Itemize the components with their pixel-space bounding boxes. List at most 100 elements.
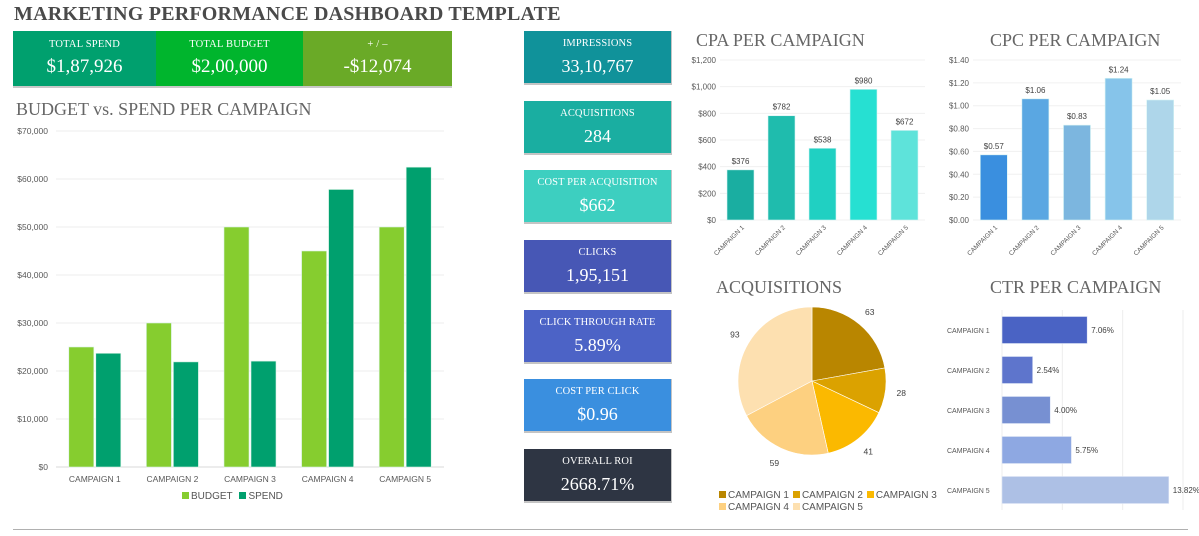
data-label: 41 bbox=[863, 446, 873, 456]
cpc-chart: $0.00 $0.20 $0.40 $0.60 $0.80 $1.00 $1.20 $1.40… bbox=[949, 56, 1181, 257]
click-through-rate-label: CLICK THROUGH RATE bbox=[539, 317, 656, 328]
x-tick-label: CAMPAIGN 3 bbox=[224, 474, 276, 484]
overall-roi-value: 2668.71% bbox=[560, 474, 635, 494]
cost-per-acquisition-value: $662 bbox=[579, 195, 616, 215]
data-label: 4.00% bbox=[1054, 406, 1077, 415]
y-tick-label: CAMPAIGN 3 bbox=[947, 408, 990, 415]
data-label: $0.83 bbox=[1067, 112, 1088, 121]
bar-campaign-2 bbox=[1001, 356, 1033, 384]
x-tick-label: CAMPAIGN 3 bbox=[795, 224, 828, 257]
x-tick-label: CAMPAIGN 2 bbox=[754, 224, 787, 257]
cost-per-acquisition-tile: COST PER ACQUISITION $662 bbox=[524, 170, 672, 224]
total-budget-label: TOTAL BUDGET bbox=[189, 39, 270, 50]
clicks-label: CLICKS bbox=[578, 247, 617, 258]
impressions-tile: IMPRESSIONS 33,10,767 bbox=[524, 31, 672, 85]
total-budget-value: $2,00,000 bbox=[191, 56, 268, 77]
total-spend-value: $1,87,926 bbox=[46, 56, 123, 77]
bar-campaign-3 bbox=[1001, 396, 1051, 424]
y-tick-label: CAMPAIGN 5 bbox=[947, 488, 990, 495]
clicks-value: 1,95,151 bbox=[566, 265, 629, 285]
impressions-label: IMPRESSIONS bbox=[562, 38, 633, 49]
page-title: MARKETING PERFORMANCE DASHBOARD TEMPLATE bbox=[14, 3, 561, 25]
bar-spend-campaign-3 bbox=[250, 360, 277, 468]
y-tick-label: $800 bbox=[698, 109, 716, 118]
y-tick-label: CAMPAIGN 1 bbox=[947, 328, 990, 335]
data-label: $1.06 bbox=[1025, 86, 1046, 95]
x-tick-label: CAMPAIGN 4 bbox=[1091, 224, 1124, 257]
y-tick-label: $1.00 bbox=[949, 102, 970, 111]
x-tick-label: CAMPAIGN 1 bbox=[966, 224, 999, 257]
bar-spend-campaign-4 bbox=[328, 189, 354, 468]
y-tick-label: $40,000 bbox=[17, 270, 48, 280]
legend-item-campaign-2: CAMPAIGN 2 bbox=[792, 490, 863, 502]
x-tick-label: CAMPAIGN 2 bbox=[147, 474, 199, 484]
bar-campaign-4 bbox=[849, 89, 878, 221]
y-tick-label: $1,200 bbox=[692, 56, 717, 65]
x-tick-label: CAMPAIGN 4 bbox=[836, 224, 869, 257]
y-tick-label: $70,000 bbox=[17, 126, 48, 136]
bar-campaign-4 bbox=[1001, 436, 1072, 464]
y-tick-label: $200 bbox=[698, 189, 716, 198]
overall-roi-tile: OVERALL ROI 2668.71% bbox=[524, 449, 672, 503]
y-tick-label: $30,000 bbox=[17, 318, 48, 328]
data-label: 2.54% bbox=[1037, 366, 1060, 375]
y-tick-label: $0.60 bbox=[949, 147, 970, 156]
y-tick-label: $1.40 bbox=[949, 56, 970, 65]
total-spend-label: TOTAL SPEND bbox=[48, 39, 121, 50]
legend-item-budget: BUDGET bbox=[182, 491, 233, 502]
legend-swatch-campaign-3 bbox=[866, 491, 874, 498]
y-tick-label: $0.20 bbox=[949, 193, 970, 202]
legend-swatch-campaign-5 bbox=[792, 503, 800, 510]
budget-vs-spend-legend: BUDGET SPEND bbox=[182, 491, 287, 502]
bar-budget-campaign-3 bbox=[223, 226, 250, 468]
cost-per-click-tile: COST PER CLICK $0.96 bbox=[524, 379, 672, 433]
acquisitions-label: ACQUISITIONS bbox=[560, 108, 635, 119]
legend-item-campaign-5: CAMPAIGN 5 bbox=[792, 502, 863, 514]
legend-label-campaign-3: CAMPAIGN 3 bbox=[875, 490, 937, 501]
legend-item-campaign-4: CAMPAIGN 4 bbox=[719, 502, 789, 514]
x-tick-label: CAMPAIGN 5 bbox=[1133, 224, 1166, 257]
legend-item-campaign-1: CAMPAIGN 1 bbox=[719, 490, 789, 502]
total-spend-tile: TOTAL SPEND $1,87,926 bbox=[13, 31, 156, 86]
y-tick-label: $0.00 bbox=[949, 216, 970, 225]
budget-vs-spend-chart: $0 $10,000 $20,000 $30,000 $40,000 $50,000 $60… bbox=[17, 126, 444, 484]
legend-label-spend: SPEND bbox=[248, 491, 283, 502]
bar-campaign-5 bbox=[890, 130, 919, 221]
legend-swatch-campaign-2 bbox=[792, 491, 800, 498]
legend-swatch-campaign-1 bbox=[719, 491, 726, 498]
data-label: $1.24 bbox=[1109, 65, 1130, 74]
click-through-rate-tile: CLICK THROUGH RATE 5.89% bbox=[524, 310, 672, 364]
bar-campaign-5 bbox=[1001, 476, 1170, 504]
data-label: $538 bbox=[814, 135, 832, 144]
budget-vs-spend-title: BUDGET vs. SPEND PER CAMPAIGN bbox=[16, 99, 312, 119]
ctr-chart-title: CTR PER CAMPAIGN bbox=[990, 277, 1162, 297]
ctr-chart: CAMPAIGN 1 7.06% CAMPAIGN 2 2.54% CAMPAIGN 3… bbox=[947, 310, 1199, 510]
data-label: 7.06% bbox=[1091, 326, 1114, 335]
legend-label-budget: BUDGET bbox=[191, 491, 233, 502]
y-tick-label: CAMPAIGN 2 bbox=[947, 368, 990, 375]
legend-item-campaign-3: CAMPAIGN 3 bbox=[866, 490, 937, 502]
legend-swatch-spend bbox=[239, 492, 247, 499]
data-label: 5.75% bbox=[1075, 446, 1098, 455]
variance-label: + / – bbox=[367, 39, 388, 50]
cpc-chart-title: CPC PER CAMPAIGN bbox=[990, 30, 1161, 50]
y-tick-label: $50,000 bbox=[17, 222, 48, 232]
bar-campaign-1 bbox=[979, 154, 1008, 221]
y-tick-label: $600 bbox=[698, 136, 716, 145]
data-label: 28 bbox=[896, 388, 906, 398]
legend-label-campaign-5: CAMPAIGN 5 bbox=[801, 502, 863, 513]
legend-label-campaign-4: CAMPAIGN 4 bbox=[728, 502, 789, 513]
y-tick-label: $60,000 bbox=[17, 174, 48, 184]
x-tick-label: CAMPAIGN 3 bbox=[1049, 224, 1082, 257]
x-tick-label: CAMPAIGN 1 bbox=[713, 224, 746, 257]
bar-spend-campaign-5 bbox=[405, 166, 432, 468]
data-label: $1.05 bbox=[1150, 87, 1171, 96]
cpa-chart-title: CPA PER CAMPAIGN bbox=[696, 30, 865, 50]
bar-campaign-3 bbox=[1063, 124, 1091, 221]
y-tick-label: CAMPAIGN 4 bbox=[947, 448, 990, 455]
data-label: 13.82% bbox=[1173, 486, 1199, 495]
legend-label-campaign-1: CAMPAIGN 1 bbox=[728, 490, 789, 501]
acquisitions-tile: ACQUISITIONS 284 bbox=[524, 101, 672, 155]
variance-tile: + / – -$12,074 bbox=[303, 31, 452, 86]
data-label: 63 bbox=[865, 307, 875, 317]
